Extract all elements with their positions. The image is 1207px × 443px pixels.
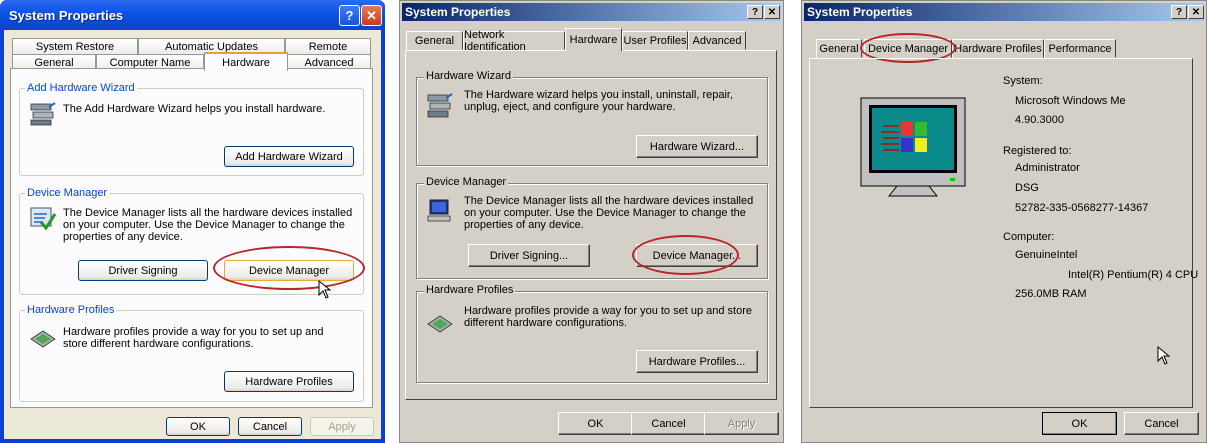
tab-hardware[interactable]: Hardware: [565, 28, 622, 51]
wizard-description: The Add Hardware Wizard helps you instal…: [63, 103, 326, 115]
ok-button[interactable]: OK: [558, 412, 633, 435]
device-manager-group: Device Manager The Device Manager lists …: [416, 176, 768, 279]
device-manager-icon: [30, 207, 57, 231]
add-hardware-wizard-group: Add Hardware Wizard The Add Hardware Wiz…: [19, 82, 364, 176]
tab-general[interactable]: General: [406, 31, 463, 50]
tab-performance[interactable]: Performance: [1044, 39, 1116, 58]
ok-button[interactable]: OK: [1042, 412, 1117, 435]
hardware-wizard-button[interactable]: Hardware Wizard...: [636, 135, 758, 158]
tab-device-manager[interactable]: Device Manager: [864, 39, 952, 58]
hardware-wizard-icon: [427, 93, 453, 118]
w2k-tab-panel: Hardware Wizard The Hardware wizard help…: [405, 50, 777, 400]
add-hardware-wizard-button[interactable]: Add Hardware Wizard: [224, 146, 354, 167]
hardware-wizard-icon: [30, 102, 56, 126]
group-title: Device Manager: [424, 176, 509, 188]
device-manager-button[interactable]: Device Manager...: [636, 244, 758, 267]
apply-button[interactable]: Apply: [310, 417, 374, 436]
ram-size: 256.0MB RAM: [1015, 288, 1087, 300]
os-name: Microsoft Windows Me: [1015, 95, 1126, 107]
tab-general[interactable]: General: [816, 39, 862, 58]
hardware-profiles-button[interactable]: Hardware Profiles: [224, 371, 354, 392]
mouse-cursor-icon: [1157, 346, 1171, 365]
close-button[interactable]: ✕: [764, 5, 780, 19]
tab-hardware[interactable]: Hardware: [204, 52, 288, 71]
tab-system-restore[interactable]: System Restore: [12, 38, 138, 55]
cancel-button[interactable]: Cancel: [631, 412, 706, 435]
me-title-bar[interactable]: System Properties ? ✕: [804, 3, 1204, 21]
cancel-button[interactable]: Cancel: [238, 417, 302, 436]
registered-organization: DSG: [1015, 182, 1039, 194]
group-title: Add Hardware Wizard: [25, 82, 137, 94]
device-manager-group: Device Manager The Device Manager lists …: [19, 187, 365, 299]
wizard-description: The Hardware wizard helps you install, u…: [464, 89, 734, 113]
group-title: Hardware Wizard: [424, 70, 513, 82]
close-button[interactable]: ✕: [1188, 5, 1204, 19]
w2k-title-bar[interactable]: System Properties ? ✕: [402, 3, 781, 21]
driver-signing-button[interactable]: Driver Signing...: [468, 244, 590, 267]
hardware-profiles-description: Hardware profiles provide a way for you …: [464, 305, 752, 329]
help-button[interactable]: ?: [1171, 5, 1187, 19]
cpu-name: Intel(R) Pentium(R) 4 CPU: [1068, 269, 1199, 281]
computer-label: Computer:: [1003, 231, 1055, 243]
tab-hardware-profiles[interactable]: Hardware Profiles: [952, 39, 1044, 58]
xp-client-area: System Restore Automatic Updates Remote …: [4, 30, 381, 439]
registered-label: Registered to:: [1003, 145, 1072, 157]
me-system-properties-window: System Properties ? ✕ General Device Man…: [801, 0, 1207, 443]
hardware-profiles-description: Hardware profiles provide a way for you …: [63, 326, 324, 350]
cpu-vendor: GenuineIntel: [1015, 249, 1078, 261]
mouse-cursor-icon: [318, 280, 332, 299]
driver-signing-button[interactable]: Driver Signing: [78, 260, 208, 281]
xp-tab-panel: Add Hardware Wizard The Add Hardware Wiz…: [10, 68, 373, 408]
close-button[interactable]: ✕: [361, 5, 382, 26]
help-button[interactable]: ?: [747, 5, 763, 19]
tab-network-identification[interactable]: Network Identification: [463, 29, 565, 53]
hardware-profiles-group: Hardware Profiles Hardware profiles prov…: [19, 304, 364, 402]
me-tab-panel: System: Microsoft Windows Me 4.90.3000 R…: [809, 58, 1198, 408]
device-manager-description: The Device Manager lists all the hardwar…: [63, 207, 353, 243]
hardware-profiles-group: Hardware Profiles Hardware profiles prov…: [416, 284, 768, 383]
computer-monitor-icon: [860, 97, 966, 197]
registered-user: Administrator: [1015, 162, 1080, 174]
xp-window-title: System Properties: [9, 8, 124, 23]
group-title: Hardware Profiles: [25, 304, 117, 316]
help-button[interactable]: ?: [339, 5, 360, 26]
tab-user-profiles[interactable]: User Profiles: [622, 31, 688, 50]
hardware-profiles-icon: [427, 315, 453, 333]
tab-advanced[interactable]: Advanced: [688, 31, 746, 50]
device-manager-description: The Device Manager lists all the hardwar…: [464, 195, 754, 231]
me-window-title: System Properties: [807, 5, 913, 19]
cancel-button[interactable]: Cancel: [1124, 412, 1199, 435]
w2k-window-title: System Properties: [405, 5, 511, 19]
product-id: 52782-335-0568277-14367: [1015, 202, 1149, 214]
w2k-system-properties-window: System Properties ? ✕ General Network Id…: [399, 0, 784, 443]
hardware-profiles-icon: [30, 330, 56, 348]
apply-button[interactable]: Apply: [704, 412, 779, 435]
device-manager-button[interactable]: Device Manager: [224, 260, 354, 281]
xp-system-properties-window: System Properties ? ✕ System Restore Aut…: [0, 0, 385, 443]
hardware-profiles-button[interactable]: Hardware Profiles...: [636, 350, 758, 373]
group-title: Device Manager: [25, 187, 110, 199]
device-manager-icon: [427, 199, 451, 222]
group-title: Hardware Profiles: [424, 284, 516, 296]
xp-title-bar[interactable]: System Properties ? ✕: [0, 0, 385, 30]
hardware-wizard-group: Hardware Wizard The Hardware wizard help…: [416, 70, 768, 166]
ok-button[interactable]: OK: [166, 417, 230, 436]
tab-remote[interactable]: Remote: [285, 38, 371, 55]
os-version: 4.90.3000: [1015, 114, 1064, 126]
system-label: System:: [1003, 75, 1043, 87]
